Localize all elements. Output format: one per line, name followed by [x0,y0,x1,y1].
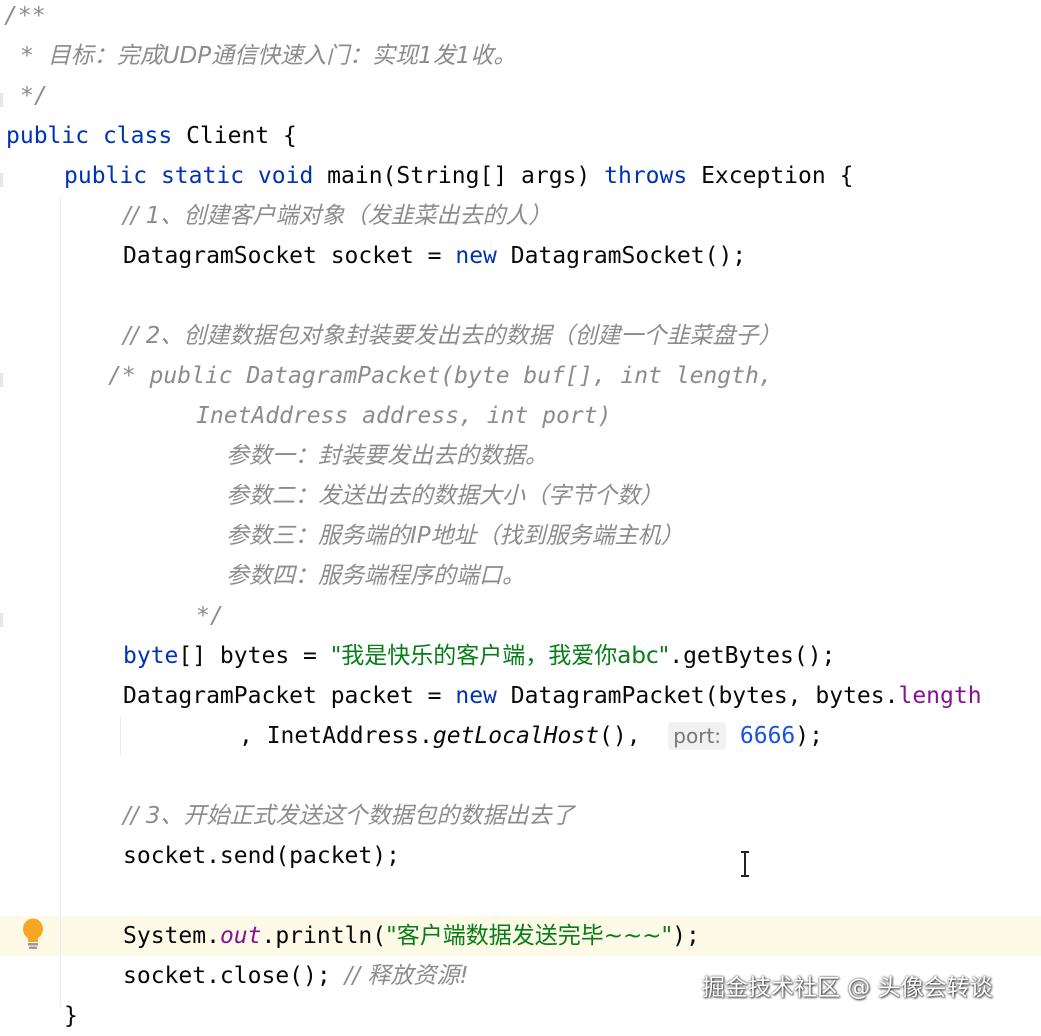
block-comment-param-2: 参数二：发送出去的数据大小（字节个数） [226,483,663,509]
class-declaration: public class Client { [6,123,297,149]
code-editor[interactable]: /** * 目标：完成UDP通信快速入门：实现1发1收。 */ public c… [0,0,1041,1029]
comment-step-3: // 3、开始正式发送这个数据包的数据出去了 [123,803,575,829]
text-cursor-icon [741,851,749,877]
println-statement: System.out.println("客户端数据发送完毕~~~"); [123,923,700,949]
indent-guide [120,716,121,756]
doc-comment-close: */ [20,83,48,109]
block-comment-param-3: 参数三：服务端的IP地址（找到服务端主机） [226,523,684,549]
packet-declaration-continued: , InetAddress.getLocalHost(), port: 6666… [239,722,823,750]
fold-marker[interactable] [0,93,3,107]
lightbulb-icon[interactable] [22,918,44,950]
block-comment-close: */ [196,603,224,629]
fold-marker[interactable] [0,173,3,187]
doc-comment-text: 目标：完成UDP通信快速入门：实现1发1收。 [47,43,517,69]
bytes-declaration: byte[] bytes = "我是快乐的客户端，我爱你abc".getByte… [123,643,836,669]
packet-declaration: DatagramPacket packet = new DatagramPack… [123,683,982,709]
parameter-hint: port: [668,722,727,750]
send-statement: socket.send(packet); [123,843,400,869]
indent-guide [60,196,61,1006]
fold-marker[interactable] [0,613,3,627]
block-comment-line-1: /* public DatagramPacket(byte buf[], int… [108,363,773,389]
block-comment-line-2: InetAddress address, int port) [196,403,612,429]
block-comment-param-1: 参数一：封装要发出去的数据。 [226,443,548,469]
block-comment-param-4: 参数四：服务端程序的端口。 [226,563,525,589]
close-statement: socket.close(); // 释放资源! [123,963,469,989]
doc-comment-text-line: * 目标：完成UDP通信快速入门：实现1发1收。 [20,36,516,76]
closing-brace: } [64,1003,78,1029]
comment-step-2: // 2、创建数据包对象封装要发出去的数据（创建一个韭菜盘子） [123,323,782,349]
fold-marker[interactable] [0,373,3,387]
comment-step-1: // 1、创建客户端对象（发韭菜出去的人） [123,203,552,229]
doc-comment-star: * [20,43,34,69]
watermark: 掘金技术社区 @ 头像会转谈 [702,975,993,1001]
main-method-declaration: public static void main(String[] args) t… [64,163,854,189]
socket-declaration: DatagramSocket socket = new DatagramSock… [123,243,747,269]
doc-comment-open: /** [4,3,46,29]
